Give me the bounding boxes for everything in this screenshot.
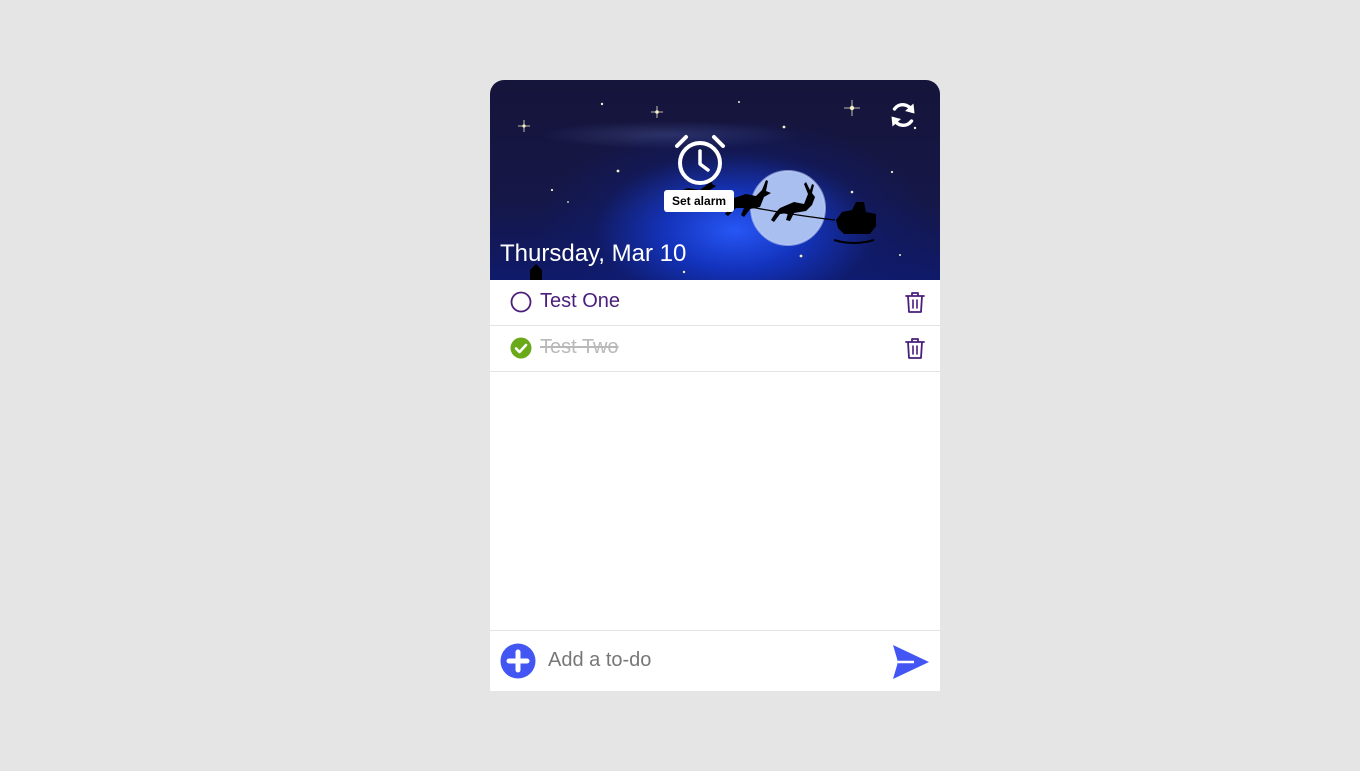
todo-card: Set alarm Thursday, Mar 10 Test One Test… [490,80,940,691]
plus-circle-icon[interactable] [500,643,536,679]
alarm-clock-icon[interactable] [674,134,726,188]
star-sparkles [518,100,860,132]
refresh-icon[interactable] [888,100,918,130]
header-banner: Set alarm Thursday, Mar 10 [490,80,940,280]
unchecked-circle-icon[interactable] [510,291,532,313]
send-icon[interactable] [892,644,930,680]
trash-icon[interactable] [905,337,925,360]
checked-circle-icon[interactable] [510,337,532,359]
todo-text-completed[interactable]: Test Two [540,336,619,359]
trash-icon[interactable] [905,291,925,314]
add-todo-input[interactable] [548,643,868,677]
set-alarm-tooltip: Set alarm [664,190,735,212]
todo-text[interactable]: Test One [540,290,620,313]
todo-item: Test Two [490,326,940,372]
date-heading: Thursday, Mar 10 [500,240,687,267]
todo-list: Test One Test Two [490,280,940,372]
todo-item: Test One [490,280,940,326]
add-todo-bar [490,630,940,691]
